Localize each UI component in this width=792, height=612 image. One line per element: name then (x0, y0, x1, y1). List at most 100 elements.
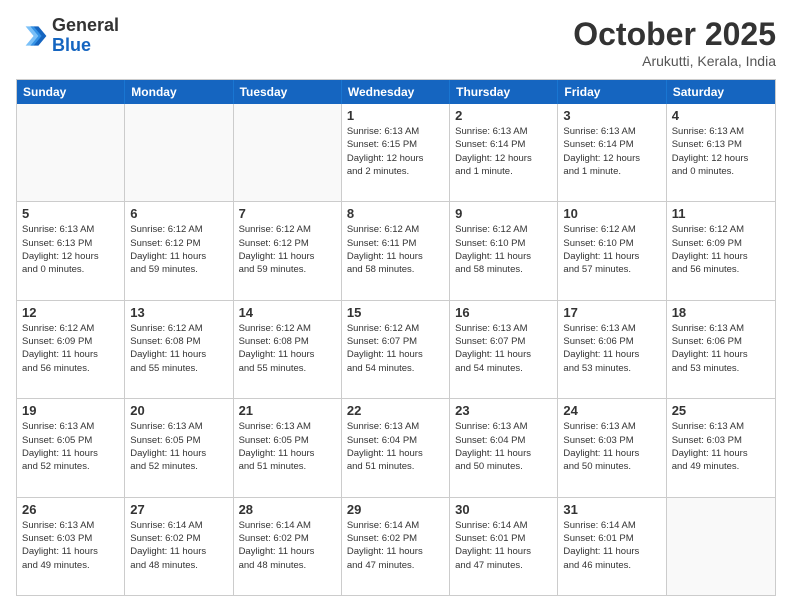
cell-line: and 53 minutes. (563, 362, 660, 375)
cell-line: Sunset: 6:03 PM (563, 434, 660, 447)
header-cell-saturday: Saturday (667, 80, 775, 104)
day-number: 13 (130, 305, 227, 320)
cell-line: Daylight: 11 hours (455, 348, 552, 361)
calendar-cell: 23Sunrise: 6:13 AMSunset: 6:04 PMDayligh… (450, 399, 558, 496)
cell-line: Sunset: 6:07 PM (347, 335, 444, 348)
cell-line: and 53 minutes. (672, 362, 770, 375)
cell-line: Sunrise: 6:12 AM (22, 322, 119, 335)
cell-line: Daylight: 11 hours (239, 348, 336, 361)
title-section: October 2025 Arukutti, Kerala, India (573, 16, 776, 69)
day-number: 8 (347, 206, 444, 221)
calendar-cell: 26Sunrise: 6:13 AMSunset: 6:03 PMDayligh… (17, 498, 125, 595)
day-number: 21 (239, 403, 336, 418)
logo-blue: Blue (52, 36, 119, 56)
day-number: 14 (239, 305, 336, 320)
cell-line: Sunrise: 6:13 AM (22, 420, 119, 433)
calendar-cell: 29Sunrise: 6:14 AMSunset: 6:02 PMDayligh… (342, 498, 450, 595)
day-number: 9 (455, 206, 552, 221)
day-number: 26 (22, 502, 119, 517)
cell-line: Sunrise: 6:13 AM (130, 420, 227, 433)
cell-line: Sunrise: 6:12 AM (239, 322, 336, 335)
cell-line: Sunset: 6:14 PM (455, 138, 552, 151)
cell-line: Daylight: 11 hours (347, 348, 444, 361)
cell-line: Sunset: 6:14 PM (563, 138, 660, 151)
cell-line: Daylight: 11 hours (239, 545, 336, 558)
cell-line: and 1 minute. (455, 165, 552, 178)
calendar-cell: 14Sunrise: 6:12 AMSunset: 6:08 PMDayligh… (234, 301, 342, 398)
cell-line: Sunset: 6:05 PM (239, 434, 336, 447)
calendar-row: 19Sunrise: 6:13 AMSunset: 6:05 PMDayligh… (17, 399, 775, 497)
cell-line: Sunrise: 6:13 AM (239, 420, 336, 433)
calendar-cell: 17Sunrise: 6:13 AMSunset: 6:06 PMDayligh… (558, 301, 666, 398)
day-number: 18 (672, 305, 770, 320)
cell-line: Daylight: 11 hours (22, 545, 119, 558)
cell-line: Sunset: 6:03 PM (672, 434, 770, 447)
location: Arukutti, Kerala, India (573, 53, 776, 69)
cell-line: Sunset: 6:11 PM (347, 237, 444, 250)
cell-line: and 49 minutes. (22, 559, 119, 572)
calendar-cell: 5Sunrise: 6:13 AMSunset: 6:13 PMDaylight… (17, 202, 125, 299)
calendar-cell: 7Sunrise: 6:12 AMSunset: 6:12 PMDaylight… (234, 202, 342, 299)
cell-line: Sunset: 6:10 PM (455, 237, 552, 250)
cell-line: Daylight: 11 hours (455, 250, 552, 263)
calendar-cell: 12Sunrise: 6:12 AMSunset: 6:09 PMDayligh… (17, 301, 125, 398)
calendar-cell: 30Sunrise: 6:14 AMSunset: 6:01 PMDayligh… (450, 498, 558, 595)
cell-line: Sunrise: 6:12 AM (563, 223, 660, 236)
cell-line: Sunrise: 6:13 AM (672, 322, 770, 335)
cell-line: Daylight: 11 hours (130, 545, 227, 558)
cell-line: Daylight: 11 hours (239, 250, 336, 263)
cell-line: and 56 minutes. (672, 263, 770, 276)
day-number: 11 (672, 206, 770, 221)
header-cell-tuesday: Tuesday (234, 80, 342, 104)
cell-line: Sunrise: 6:12 AM (347, 322, 444, 335)
cell-line: and 1 minute. (563, 165, 660, 178)
day-number: 1 (347, 108, 444, 123)
day-number: 19 (22, 403, 119, 418)
cell-line: Daylight: 11 hours (563, 447, 660, 460)
cell-line: and 51 minutes. (239, 460, 336, 473)
cell-line: Sunrise: 6:13 AM (455, 322, 552, 335)
cell-line: and 52 minutes. (22, 460, 119, 473)
calendar-cell: 1Sunrise: 6:13 AMSunset: 6:15 PMDaylight… (342, 104, 450, 201)
cell-line: Daylight: 12 hours (22, 250, 119, 263)
calendar-cell: 2Sunrise: 6:13 AMSunset: 6:14 PMDaylight… (450, 104, 558, 201)
day-number: 16 (455, 305, 552, 320)
calendar-cell: 28Sunrise: 6:14 AMSunset: 6:02 PMDayligh… (234, 498, 342, 595)
day-number: 28 (239, 502, 336, 517)
cell-line: Sunset: 6:03 PM (22, 532, 119, 545)
cell-line: and 55 minutes. (130, 362, 227, 375)
cell-line: Sunset: 6:06 PM (563, 335, 660, 348)
calendar-cell (667, 498, 775, 595)
cell-line: Sunrise: 6:12 AM (347, 223, 444, 236)
cell-line: and 58 minutes. (455, 263, 552, 276)
day-number: 4 (672, 108, 770, 123)
cell-line: Sunrise: 6:13 AM (455, 420, 552, 433)
cell-line: Sunrise: 6:12 AM (672, 223, 770, 236)
cell-line: and 48 minutes. (130, 559, 227, 572)
cell-line: Sunset: 6:12 PM (130, 237, 227, 250)
month-title: October 2025 (573, 16, 776, 53)
cell-line: and 51 minutes. (347, 460, 444, 473)
cell-line: Sunrise: 6:13 AM (347, 125, 444, 138)
cell-line: Daylight: 11 hours (130, 250, 227, 263)
calendar-cell: 11Sunrise: 6:12 AMSunset: 6:09 PMDayligh… (667, 202, 775, 299)
calendar-cell (125, 104, 233, 201)
cell-line: Daylight: 11 hours (22, 447, 119, 460)
calendar-cell: 9Sunrise: 6:12 AMSunset: 6:10 PMDaylight… (450, 202, 558, 299)
cell-line: and 55 minutes. (239, 362, 336, 375)
cell-line: Sunrise: 6:12 AM (130, 223, 227, 236)
day-number: 6 (130, 206, 227, 221)
day-number: 17 (563, 305, 660, 320)
cell-line: Sunset: 6:13 PM (22, 237, 119, 250)
cell-line: Sunset: 6:02 PM (239, 532, 336, 545)
day-number: 12 (22, 305, 119, 320)
cell-line: Sunset: 6:04 PM (455, 434, 552, 447)
cell-line: Daylight: 12 hours (672, 152, 770, 165)
day-number: 23 (455, 403, 552, 418)
cell-line: Daylight: 11 hours (347, 250, 444, 263)
day-number: 31 (563, 502, 660, 517)
cell-line: Sunset: 6:04 PM (347, 434, 444, 447)
cell-line: and 59 minutes. (130, 263, 227, 276)
cell-line: Sunrise: 6:13 AM (455, 125, 552, 138)
cell-line: and 47 minutes. (455, 559, 552, 572)
